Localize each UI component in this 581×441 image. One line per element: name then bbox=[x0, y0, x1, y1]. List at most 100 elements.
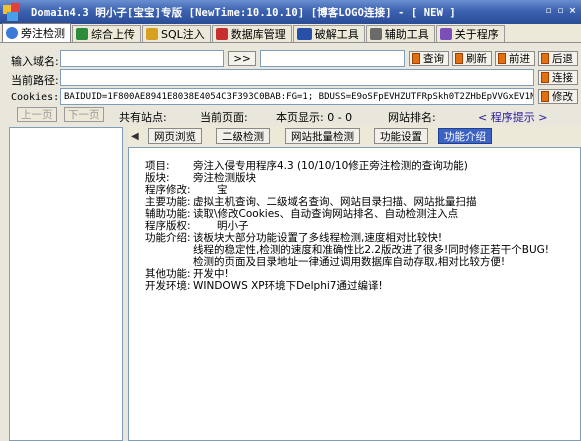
info-value: WINDOWS XP环境下Delphi7通过编译! bbox=[193, 280, 383, 292]
refresh-icon bbox=[455, 53, 463, 64]
subtab-label: 二级检测 bbox=[222, 130, 264, 143]
subtab-label: 功能设置 bbox=[380, 130, 422, 143]
site-list-pane[interactable] bbox=[9, 127, 123, 441]
info-key: 主要功能: bbox=[145, 196, 191, 208]
connect-button-label: 连接 bbox=[552, 72, 573, 84]
domain-input[interactable] bbox=[60, 50, 224, 67]
cookies-label: Cookies: bbox=[11, 92, 60, 103]
info-key: 功能介绍: bbox=[145, 232, 191, 244]
info-key: 项目: bbox=[145, 160, 170, 172]
refresh-button-label: 刷新 bbox=[466, 53, 487, 65]
window-title: Domain4.3 明小子[宝宝]专版 [NewTime:10.10.10] [… bbox=[31, 6, 456, 19]
info-key: 版块: bbox=[145, 172, 170, 184]
app-window: Domain4.3 明小子[宝宝]专版 [NewTime:10.10.10] [… bbox=[0, 0, 581, 441]
back-button[interactable]: 后退 bbox=[538, 51, 578, 66]
info-key: 辅助功能: bbox=[145, 208, 191, 220]
tab-label: SQL注入 bbox=[161, 28, 205, 41]
info-key: 其他功能: bbox=[145, 268, 191, 280]
total-sites-label: 共有站点: bbox=[119, 111, 167, 124]
query-icon bbox=[412, 53, 420, 64]
tab-upload[interactable]: 综合上传 bbox=[72, 25, 141, 42]
tab-label: 辅助工具 bbox=[384, 28, 429, 41]
sql-icon bbox=[146, 28, 158, 40]
close-icon[interactable]: × bbox=[568, 6, 577, 16]
query-button[interactable]: 查询 bbox=[409, 51, 449, 66]
crack-icon bbox=[296, 28, 312, 40]
go-button[interactable]: >> bbox=[228, 51, 256, 66]
domain-row: 输入域名: >> 查询 刷新 前进 后退 bbox=[0, 49, 581, 69]
prev-page-label: 上一页 bbox=[21, 109, 53, 121]
subtab-web-browse[interactable]: 网页浏览 bbox=[148, 128, 202, 144]
forward-button-label: 前进 bbox=[509, 53, 530, 65]
cookies-row: Cookies: BAIDUID=1F800AE8941E8038E4054C3… bbox=[0, 87, 581, 107]
refresh-button[interactable]: 刷新 bbox=[452, 51, 492, 66]
modify-button-label: 修改 bbox=[552, 91, 573, 103]
tab-crack-tools[interactable]: 破解工具 bbox=[292, 25, 365, 42]
subtab-second-level[interactable]: 二级检测 bbox=[216, 128, 270, 144]
upload-icon bbox=[76, 28, 88, 40]
info-key: 程序修改: bbox=[145, 184, 191, 196]
page-display-label: 本页显示: 0 - 0 bbox=[276, 111, 353, 124]
sub-tab-bar: ◀ 网页浏览 二级检测 网站批量检测 功能设置 功能介绍 bbox=[128, 126, 581, 147]
sub-tab-arrow-icon: ◀ bbox=[131, 131, 139, 142]
tab-label: 关于程序 bbox=[454, 28, 499, 41]
next-page-button[interactable]: 下一页 bbox=[64, 107, 104, 122]
introduction-panel: 项目: 旁注入侵专用程序4.3 (10/10/10修正旁注检测的查询功能) 版块… bbox=[128, 147, 581, 441]
subtab-batch-detect[interactable]: 网站批量检测 bbox=[285, 128, 360, 144]
cookies-input[interactable]: BAIDUID=1F800AE8941E8038E4054C3F393C0BAB… bbox=[60, 88, 534, 105]
program-hint[interactable]: < 程序提示 > bbox=[478, 109, 547, 125]
tab-sql-injection[interactable]: SQL注入 bbox=[142, 25, 211, 42]
query-input[interactable] bbox=[260, 50, 405, 67]
path-row: 当前路径: 连接 bbox=[0, 68, 581, 88]
info-value: 旁注入侵专用程序4.3 (10/10/10修正旁注检测的查询功能) bbox=[193, 160, 468, 172]
query-button-label: 查询 bbox=[423, 53, 444, 65]
tab-label: 综合上传 bbox=[91, 28, 135, 41]
about-icon bbox=[439, 28, 452, 40]
title-bar[interactable]: Domain4.3 明小子[宝宝]专版 [NewTime:10.10.10] [… bbox=[0, 0, 581, 24]
database-icon bbox=[215, 28, 228, 40]
subtab-label: 网页浏览 bbox=[154, 130, 196, 143]
domain-label: 输入域名: bbox=[11, 55, 59, 68]
info-value: 检测的页面及目录地址一律通过调用数据库自动存取,相对比较方便! bbox=[193, 256, 506, 268]
app-logo-icon bbox=[1, 1, 23, 23]
back-icon bbox=[541, 53, 549, 64]
tools-icon bbox=[369, 28, 382, 40]
subtab-settings[interactable]: 功能设置 bbox=[374, 128, 428, 144]
site-rank-label: 网站排名: bbox=[388, 111, 436, 124]
tab-aux-tools[interactable]: 辅助工具 bbox=[365, 25, 435, 42]
go-button-label: >> bbox=[233, 52, 251, 65]
prev-page-button[interactable]: 上一页 bbox=[17, 107, 57, 122]
tab-database[interactable]: 数据库管理 bbox=[211, 25, 292, 42]
forward-button[interactable]: 前进 bbox=[495, 51, 535, 66]
info-value: 旁注检测版块 bbox=[193, 172, 256, 184]
info-value: 明小子 bbox=[217, 220, 249, 232]
connect-icon bbox=[541, 72, 549, 83]
tab-label: 数据库管理 bbox=[230, 28, 286, 41]
function-pane: ◀ 网页浏览 二级检测 网站批量检测 功能设置 功能介绍 项目: 旁注入侵专用程… bbox=[128, 126, 581, 441]
globe-icon bbox=[6, 27, 18, 39]
back-button-label: 后退 bbox=[552, 53, 573, 65]
modify-button[interactable]: 修改 bbox=[538, 89, 578, 104]
tab-label: 破解工具 bbox=[314, 28, 359, 41]
info-key: 程序版权: bbox=[145, 220, 191, 232]
main-tab-bar: 旁注检测 综合上传 SQL注入 数据库管理 破解工具 辅助工具 关于程序 bbox=[0, 23, 581, 43]
forward-icon bbox=[498, 53, 506, 64]
info-value: 宝 bbox=[217, 184, 228, 196]
modify-icon bbox=[541, 91, 549, 102]
current-page-label: 当前页面: bbox=[200, 111, 248, 124]
maximize-icon[interactable]: ▫ bbox=[556, 6, 565, 16]
tab-about[interactable]: 关于程序 bbox=[435, 25, 505, 42]
tab-side-injection[interactable]: 旁注检测 bbox=[2, 23, 71, 42]
info-value: 虚拟主机查询、二级域名查询、网站目录扫描、网站批量扫描 bbox=[193, 196, 477, 208]
minimize-icon[interactable]: ▫ bbox=[544, 6, 553, 16]
info-value: 该板块大部分功能设置了多线程检测,速度相对比较快! bbox=[193, 232, 443, 244]
info-value: 线程的稳定性,检测的速度和准确性比2.2版改进了很多!同时修正若干个BUG! bbox=[193, 244, 549, 256]
subtab-label: 网站批量检测 bbox=[291, 130, 354, 143]
path-label: 当前路径: bbox=[11, 74, 59, 87]
info-value: 开发中! bbox=[193, 268, 229, 280]
connect-button[interactable]: 连接 bbox=[538, 70, 578, 85]
subtab-label: 功能介绍 bbox=[444, 130, 486, 143]
next-page-label: 下一页 bbox=[68, 109, 100, 121]
path-input[interactable] bbox=[60, 69, 534, 86]
subtab-introduction[interactable]: 功能介绍 bbox=[438, 128, 492, 144]
